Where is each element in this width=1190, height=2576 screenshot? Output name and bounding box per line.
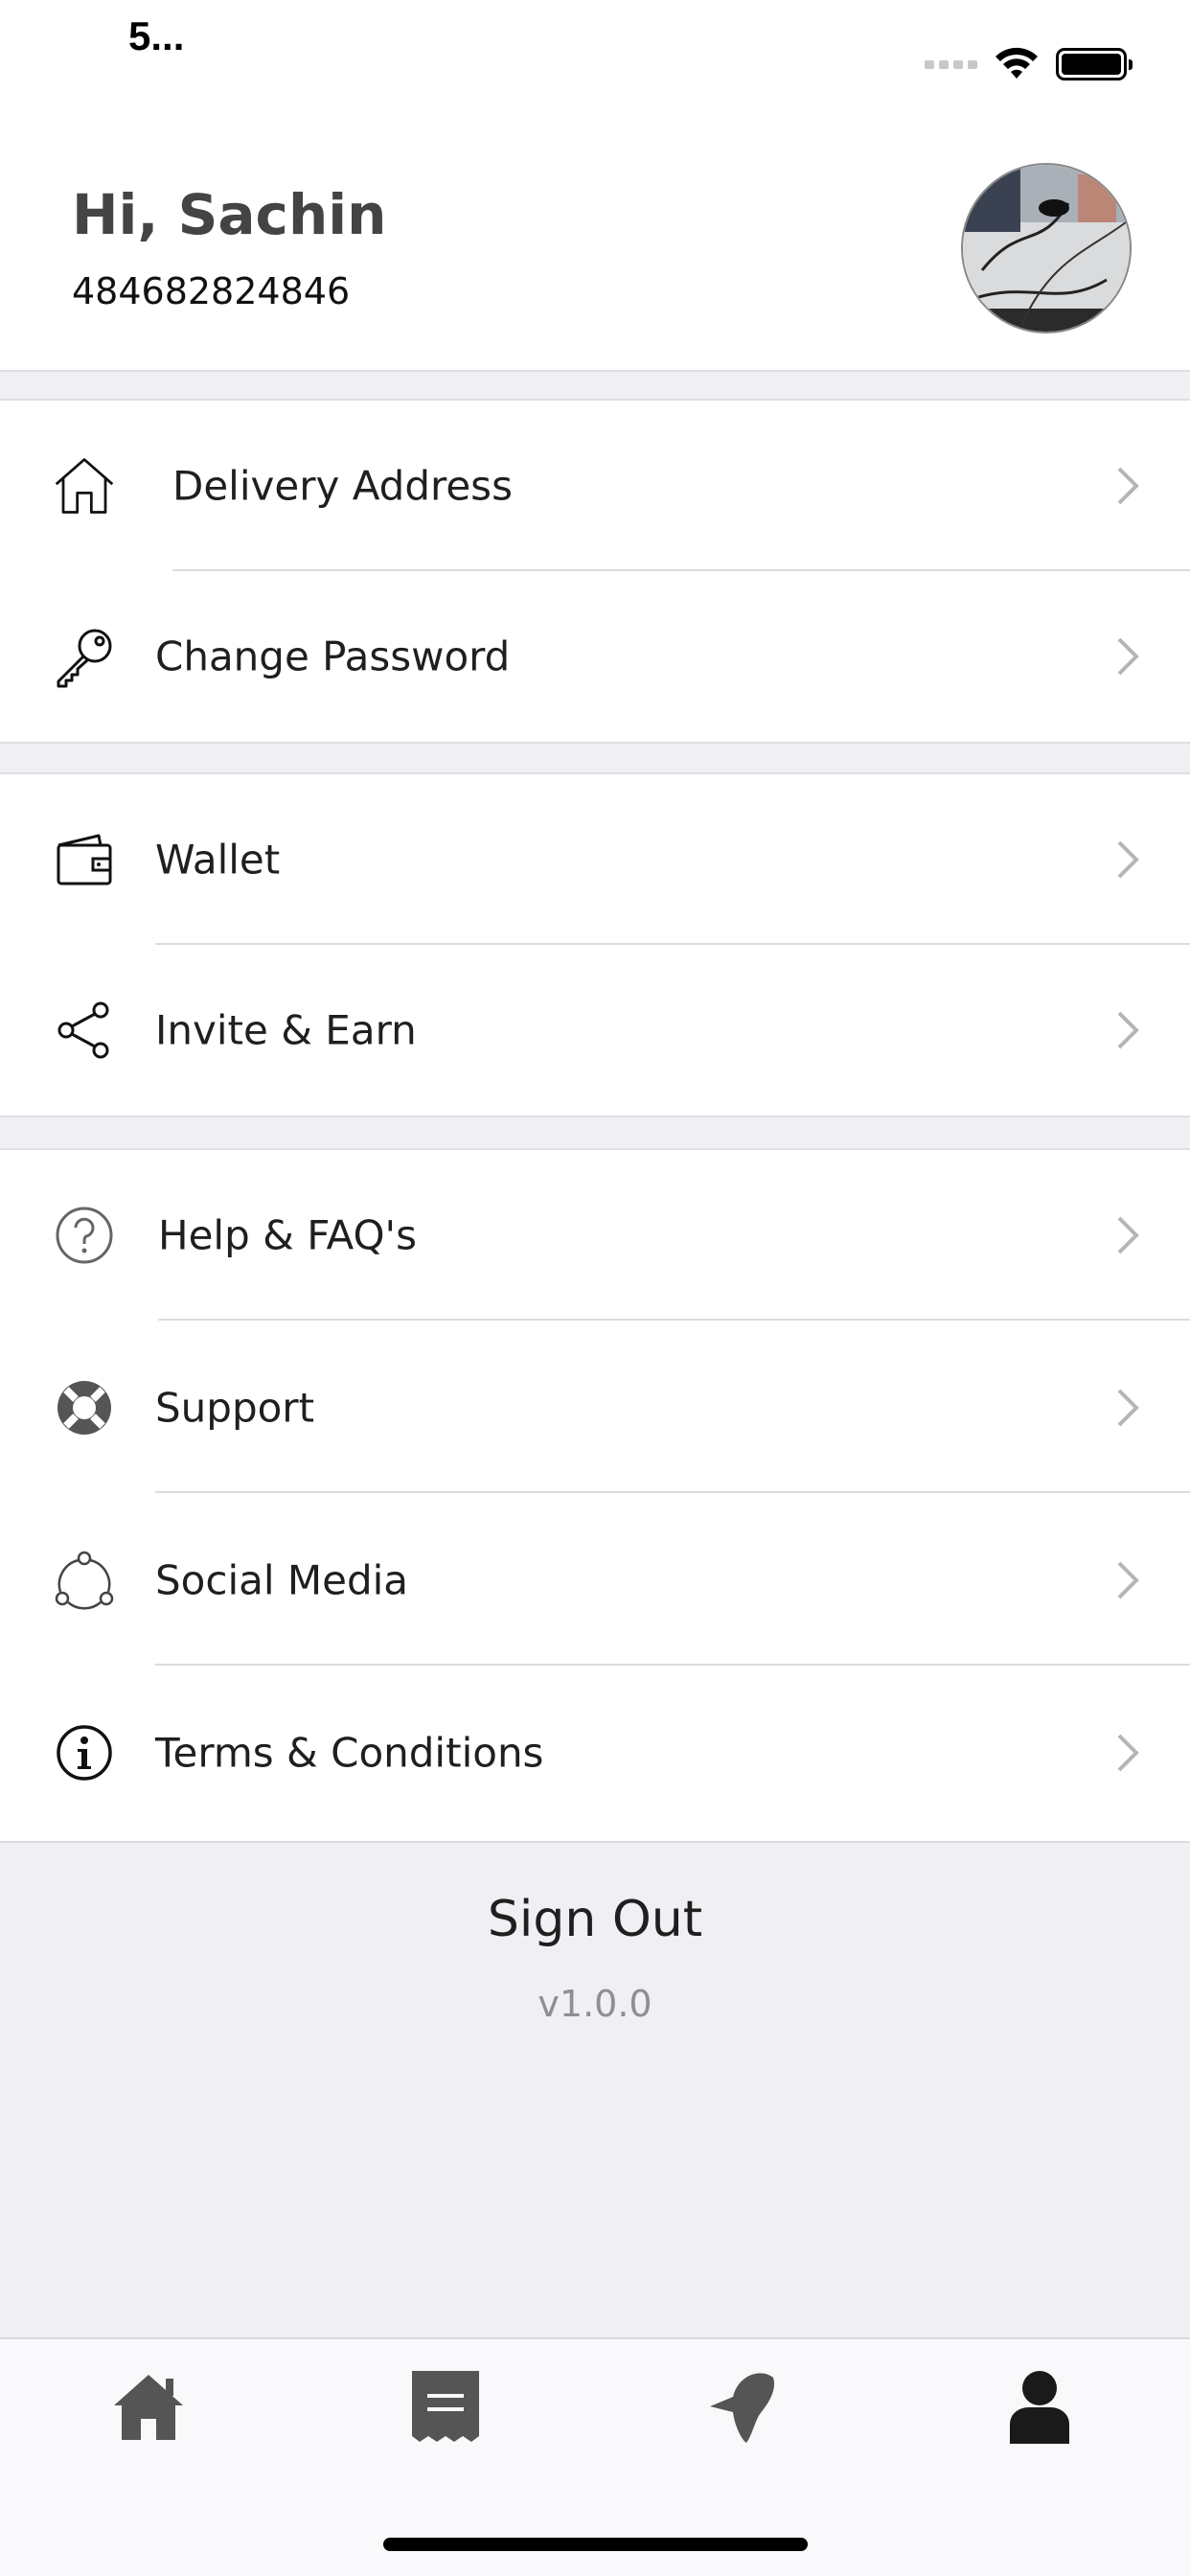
social-network-icon xyxy=(53,1549,116,1612)
cellular-signal-icon xyxy=(925,59,977,69)
tab-home[interactable] xyxy=(101,2358,196,2454)
menu-item-label: Social Media xyxy=(155,1556,409,1604)
home-outline-icon xyxy=(53,454,116,518)
wifi-icon xyxy=(995,47,1038,79)
menu-item-social-media[interactable]: Social Media xyxy=(0,1495,1190,1666)
key-icon xyxy=(53,625,116,688)
row-separator xyxy=(155,1491,1190,1493)
chevron-right-icon xyxy=(1117,1389,1139,1427)
wallet-icon xyxy=(53,828,116,891)
footer-area: Sign Out v1.0.0 xyxy=(0,1841,1190,2337)
battery-icon xyxy=(1056,48,1133,80)
row-separator xyxy=(155,1664,1190,1666)
section-divider xyxy=(0,370,1190,401)
menu-item-change-password[interactable]: Change Password xyxy=(0,571,1190,742)
menu-item-terms-conditions[interactable]: Terms & Conditions xyxy=(0,1668,1190,1838)
avatar[interactable] xyxy=(961,163,1132,334)
menu-item-label: Invite & Earn xyxy=(155,1006,417,1054)
tab-notifications[interactable] xyxy=(695,2358,790,2454)
menu-item-label: Wallet xyxy=(155,836,281,884)
chevron-right-icon xyxy=(1117,467,1139,505)
menu-item-support[interactable]: Support xyxy=(0,1322,1190,1493)
menu-item-invite-earn[interactable]: Invite & Earn xyxy=(0,945,1190,1116)
menu-item-label: Change Password xyxy=(155,632,511,680)
menu-item-delivery-address[interactable]: Delivery Address xyxy=(0,401,1190,571)
status-bar: 5... xyxy=(0,0,1190,96)
profile-icon xyxy=(1010,2371,1069,2444)
status-indicators xyxy=(925,46,1133,82)
chevron-right-icon xyxy=(1117,1734,1139,1772)
menu-item-label: Support xyxy=(155,1384,315,1432)
info-circle-icon xyxy=(53,1721,116,1784)
chevron-right-icon xyxy=(1117,1011,1139,1049)
lifebuoy-icon xyxy=(53,1376,116,1439)
receipt-icon xyxy=(412,2371,479,2442)
profile-header: Hi, Sachin 484682824846 xyxy=(0,96,1190,370)
app-version: v1.0.0 xyxy=(538,1983,652,2025)
home-icon xyxy=(114,2375,183,2440)
sign-out-button[interactable]: Sign Out xyxy=(0,1891,1190,1948)
menu-item-label: Help & FAQ's xyxy=(158,1211,417,1259)
avatar-photo xyxy=(963,165,1130,332)
tab-orders[interactable] xyxy=(398,2358,493,2454)
greeting-text: Hi, Sachin xyxy=(72,182,387,247)
menu-item-wallet[interactable]: Wallet xyxy=(0,774,1190,945)
notification-icon xyxy=(710,2373,775,2443)
help-circle-icon xyxy=(53,1204,116,1267)
chevron-right-icon xyxy=(1117,1216,1139,1254)
chevron-right-icon xyxy=(1117,840,1139,879)
chevron-right-icon xyxy=(1117,1561,1139,1599)
tab-profile[interactable] xyxy=(992,2358,1087,2454)
home-indicator[interactable] xyxy=(383,2538,808,2551)
status-time: 5... xyxy=(128,13,185,58)
menu-item-help-faq[interactable]: Help & FAQ's xyxy=(0,1150,1190,1321)
menu-item-label: Terms & Conditions xyxy=(155,1729,544,1777)
row-separator xyxy=(158,1319,1190,1321)
chevron-right-icon xyxy=(1117,637,1139,676)
section-divider xyxy=(0,1116,1190,1150)
section-divider xyxy=(0,742,1190,774)
menu-item-label: Delivery Address xyxy=(172,462,513,510)
phone-number: 484682824846 xyxy=(72,270,351,312)
share-icon xyxy=(53,999,116,1062)
